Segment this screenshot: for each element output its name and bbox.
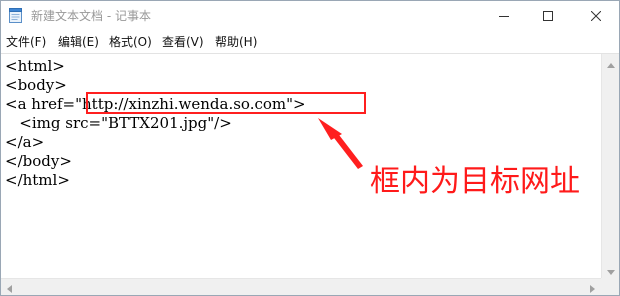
- code-line: <html>: [5, 57, 65, 75]
- minimize-button[interactable]: [481, 1, 527, 31]
- resize-grip[interactable]: [601, 278, 619, 295]
- minimize-icon: [499, 11, 509, 21]
- window-title: 新建文本文档 - 记事本: [31, 9, 151, 23]
- chevron-right-icon: [590, 278, 595, 295]
- maximize-icon: [543, 11, 553, 21]
- chevron-up-icon: [606, 53, 615, 72]
- code-line: </body>: [5, 152, 72, 170]
- menu-edit[interactable]: 编辑(E): [58, 34, 99, 50]
- notepad-icon: [9, 8, 22, 23]
- horizontal-scrollbar[interactable]: [1, 278, 601, 295]
- scroll-left-button[interactable]: [1, 278, 18, 295]
- chevron-down-icon: [606, 260, 615, 279]
- menu-help[interactable]: 帮助(H): [215, 34, 257, 50]
- scroll-up-button[interactable]: [602, 54, 619, 71]
- close-button[interactable]: [573, 1, 619, 31]
- chevron-left-icon: [7, 278, 12, 295]
- code-line: <img src="BTTX201.jpg"/>: [5, 114, 232, 132]
- notepad-window: 新建文本文档 - 记事本 文件(F) 编辑(E) 格式(O) 查看(V) 帮助(…: [0, 0, 620, 296]
- menu-format[interactable]: 格式(O): [109, 34, 152, 50]
- vertical-scrollbar[interactable]: [601, 54, 619, 278]
- maximize-button[interactable]: [525, 1, 571, 31]
- code-line: </a>: [5, 133, 45, 151]
- url-highlight-box: [86, 92, 366, 114]
- code-line: </html>: [5, 171, 70, 189]
- annotation-label: 框内为目标网址: [370, 164, 580, 199]
- menu-view[interactable]: 查看(V): [162, 34, 204, 50]
- scroll-right-button[interactable]: [584, 278, 601, 295]
- code-line: <body>: [5, 76, 67, 94]
- close-icon: [591, 11, 601, 21]
- scroll-down-button[interactable]: [602, 261, 619, 278]
- menu-bar: 文件(F) 编辑(E) 格式(O) 查看(V) 帮助(H): [1, 31, 619, 53]
- menu-file[interactable]: 文件(F): [6, 34, 46, 50]
- title-bar[interactable]: 新建文本文档 - 记事本: [1, 1, 619, 31]
